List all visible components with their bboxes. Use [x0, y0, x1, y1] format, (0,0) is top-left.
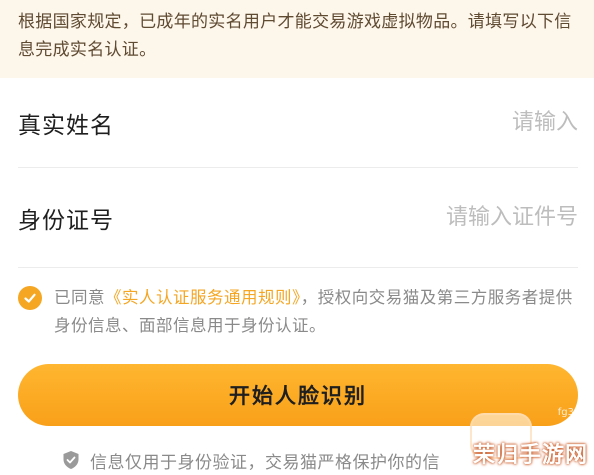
agreement-checkbox[interactable] — [18, 286, 42, 310]
real-name-field: 真实姓名 — [18, 78, 578, 168]
agreement-prefix: 已同意 — [54, 288, 105, 307]
real-name-notice: 根据国家规定，已成年的实名用户才能交易游戏虚拟物品。请填写以下信息完成实名认证。 — [0, 0, 594, 78]
notice-text: 根据国家规定，已成年的实名用户才能交易游戏虚拟物品。请填写以下信息完成实名认证。 — [18, 12, 572, 60]
agreement-row: 已同意《实人认证服务通用规则》，授权向交易猫及第三方服务者提供身份信息、面部信息… — [18, 284, 582, 340]
real-name-input[interactable] — [318, 110, 578, 135]
privacy-note: 信息仅用于身份验证，交易猫严格保护你的信 — [62, 445, 440, 475]
id-number-input[interactable] — [318, 205, 578, 230]
id-number-label: 身份证号 — [18, 207, 114, 234]
start-face-recognition-button[interactable]: 开始人脸识别 — [18, 364, 578, 426]
checkmark-icon — [24, 293, 36, 303]
agreement-text: 已同意《实人认证服务通用规则》，授权向交易猫及第三方服务者提供身份信息、面部信息… — [54, 284, 582, 340]
service-rules-link[interactable]: 《实人认证服务通用规则》 — [105, 288, 301, 307]
real-name-label: 真实姓名 — [18, 112, 114, 139]
id-number-field: 身份证号 — [18, 168, 578, 268]
watermark-text: 茉归手游网 — [472, 443, 588, 468]
privacy-text: 信息仅用于身份验证，交易猫严格保护你的信 — [90, 452, 440, 473]
shield-icon — [63, 451, 79, 469]
